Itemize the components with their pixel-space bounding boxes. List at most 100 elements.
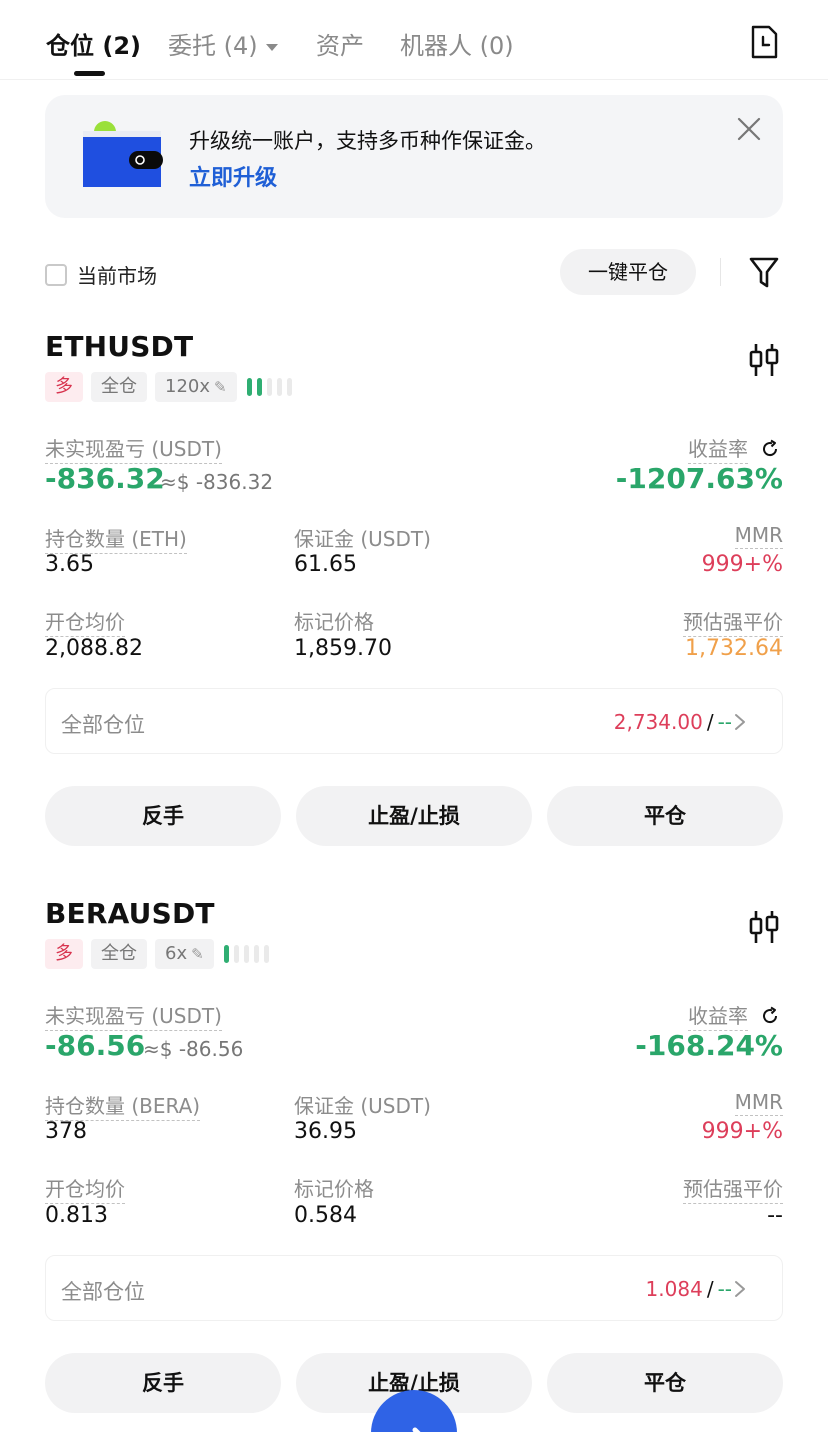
tab-assets[interactable]: 资产 [316, 26, 364, 61]
edit-pencil-icon: ✎ [191, 945, 204, 963]
position-qty-value: 3.65 [45, 552, 94, 577]
position-qty-label[interactable]: 持仓数量 (BERA) [45, 1090, 201, 1121]
mark-price-value: 1,859.70 [294, 636, 392, 661]
margin-label: 保证金 (USDT) [294, 527, 431, 551]
entry-price-label[interactable]: 开仓均价 [45, 1173, 125, 1204]
chevron-right-icon [735, 714, 745, 730]
unrealized-pnl-label[interactable]: 未实现盈亏 (USDT) [45, 1000, 222, 1031]
divider [720, 258, 721, 286]
refresh-icon[interactable] [760, 439, 780, 459]
refresh-icon[interactable] [760, 1006, 780, 1026]
close-icon[interactable] [737, 117, 761, 141]
all-positions-pnl: -- [717, 710, 732, 734]
roe-label[interactable]: 收益率 [688, 1000, 748, 1031]
upgrade-now-link[interactable]: 立即升级 [189, 160, 277, 192]
chevron-down-icon [265, 43, 278, 51]
liq-price-value: 1,732.64 [685, 636, 783, 661]
roe-label[interactable]: 收益率 [688, 433, 748, 464]
wallet-illustration-icon [83, 121, 163, 187]
entry-price-label[interactable]: 开仓均价 [45, 606, 125, 637]
leverage-badge[interactable]: 6x ✎ [155, 939, 214, 969]
adl-bar [256, 378, 262, 396]
history-doc-icon[interactable] [749, 25, 779, 59]
leverage-value: 6x [165, 943, 188, 964]
all-positions-row[interactable]: 全部仓位 2,734.00/-- [45, 688, 783, 754]
all-positions-amount: 2,734.00 [613, 710, 703, 734]
reverse-button[interactable]: 反手 [45, 786, 281, 846]
positions-tabbar: 仓位 (2) 委托 (4) 资产 机器人 (0) [0, 0, 828, 80]
upgrade-banner: 升级统一账户，支持多币种作保证金。 立即升级 [45, 95, 783, 218]
liq-price-label[interactable]: 预估强平价 [683, 1173, 783, 1204]
margin-mode-badge[interactable]: 全仓 [91, 372, 147, 402]
position-tags: 多 全仓 120x ✎ [45, 372, 297, 402]
banner-message: 升级统一账户，支持多币种作保证金。 [189, 129, 546, 153]
mmr-value: 999+% [701, 552, 783, 577]
liq-price-label[interactable]: 预估强平价 [683, 606, 783, 637]
all-positions-slash: / [706, 1277, 714, 1301]
all-positions-label: 全部仓位 [61, 713, 145, 737]
leverage-badge[interactable]: 120x ✎ [155, 372, 237, 402]
adl-bar [253, 945, 259, 963]
tab-orders[interactable]: 委托 (4) [168, 26, 278, 61]
roe-value: -1207.63% [615, 462, 783, 495]
unrealized-pnl-usd: ≈$ -86.56 [143, 1037, 244, 1061]
tab-bots[interactable]: 机器人 (0) [400, 26, 514, 61]
roe-header: 收益率 [688, 433, 780, 464]
reverse-button[interactable]: 反手 [45, 1353, 281, 1413]
candlestick-icon[interactable] [748, 342, 780, 378]
tab-active-indicator [74, 71, 105, 76]
adl-bar [286, 378, 292, 396]
position-card: BERAUSDT 多 全仓 6x ✎ 未实现盈亏 (USDT) -86.56 ≈$… [0, 897, 828, 1432]
margin-mode-badge[interactable]: 全仓 [91, 939, 147, 969]
entry-price-value: 0.813 [45, 1203, 108, 1228]
position-qty-label[interactable]: 持仓数量 (ETH) [45, 523, 187, 554]
current-market-checkbox[interactable] [45, 263, 67, 286]
adl-bar [276, 378, 282, 396]
unrealized-pnl-usd: ≈$ -836.32 [160, 470, 274, 494]
all-positions-value: 1.084/-- [646, 1277, 732, 1301]
tab-orders-label: 委托 (4) [168, 32, 258, 60]
tp-sl-button[interactable]: 止盈/止损 [296, 786, 532, 846]
transfer-arrow-icon [412, 1427, 421, 1432]
unrealized-pnl-value: -86.56 [45, 1029, 146, 1062]
all-positions-slash: / [706, 710, 714, 734]
roe-value: -168.24% [635, 1029, 783, 1062]
all-positions-row[interactable]: 全部仓位 1.084/-- [45, 1255, 783, 1321]
margin-label: 保证金 (USDT) [294, 1094, 431, 1118]
mmr-value: 999+% [701, 1119, 783, 1144]
position-tags: 多 全仓 6x ✎ [45, 939, 274, 969]
adl-indicator [246, 378, 297, 396]
margin-value: 36.95 [294, 1119, 357, 1144]
adl-bar [223, 945, 229, 963]
mmr-label[interactable]: MMR [734, 523, 783, 549]
close-all-button[interactable]: 一键平仓 [560, 249, 696, 295]
position-qty-value: 378 [45, 1119, 87, 1144]
filter-funnel-icon[interactable] [748, 254, 780, 290]
side-badge: 多 [45, 372, 83, 402]
all-positions-pnl: -- [717, 1277, 732, 1301]
mmr-label[interactable]: MMR [734, 1090, 783, 1116]
all-positions-value: 2,734.00/-- [614, 710, 732, 734]
adl-bar [233, 945, 239, 963]
adl-bar [243, 945, 249, 963]
unrealized-pnl-label[interactable]: 未实现盈亏 (USDT) [45, 433, 222, 464]
current-market-toggle[interactable]: 当前市场 [45, 260, 157, 289]
margin-value: 61.65 [294, 552, 357, 577]
mark-price-label: 标记价格 [294, 610, 374, 634]
position-card: ETHUSDT 多 全仓 120x ✎ 未实现盈亏 (USDT) -836.32 … [0, 330, 828, 890]
unrealized-pnl-value: -836.32 [45, 462, 165, 495]
candlestick-icon[interactable] [748, 909, 780, 945]
close-position-button[interactable]: 平仓 [547, 1353, 783, 1413]
all-positions-amount: 1.084 [645, 1277, 703, 1301]
liq-price-value: -- [767, 1203, 783, 1228]
mark-price-value: 0.584 [294, 1203, 357, 1228]
chevron-right-icon [735, 1281, 745, 1297]
adl-indicator [223, 945, 274, 963]
current-market-label: 当前市场 [77, 264, 157, 288]
tab-positions[interactable]: 仓位 (2) [46, 26, 141, 61]
all-positions-label: 全部仓位 [61, 1280, 145, 1304]
close-position-button[interactable]: 平仓 [547, 786, 783, 846]
position-symbol[interactable]: ETHUSDT [45, 330, 193, 363]
side-badge: 多 [45, 939, 83, 969]
position-symbol[interactable]: BERAUSDT [45, 897, 215, 930]
